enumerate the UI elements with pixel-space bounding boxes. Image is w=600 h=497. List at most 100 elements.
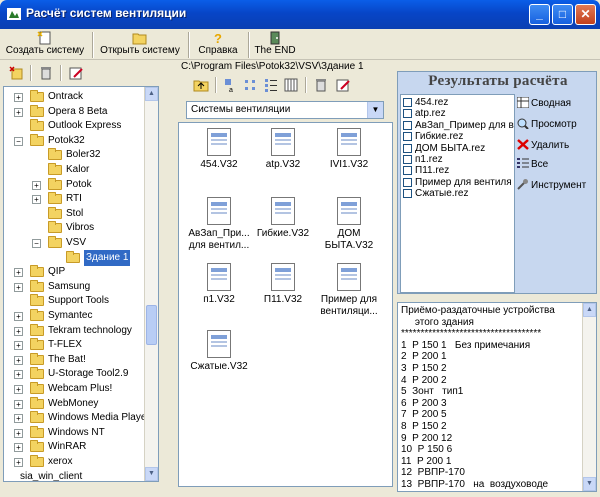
tree-edit-icon[interactable] bbox=[68, 65, 84, 81]
tree-item[interactable]: + T-FLEX bbox=[4, 337, 144, 353]
file-icon[interactable] bbox=[271, 263, 295, 291]
create-system-button[interactable]: Создать систему bbox=[3, 29, 87, 60]
the-end-button[interactable]: The END bbox=[252, 29, 298, 60]
tree-item[interactable]: + The Bat! bbox=[4, 352, 144, 368]
file-name[interactable]: АвЗап_При... bbox=[187, 228, 251, 240]
expand-icon[interactable]: + bbox=[14, 268, 23, 278]
file-icon[interactable] bbox=[207, 197, 231, 225]
expand-icon[interactable]: + bbox=[14, 428, 23, 438]
tree-item[interactable]: Vibros bbox=[4, 220, 144, 236]
large-icons-view-icon[interactable]: a bbox=[223, 77, 239, 93]
result-checkbox[interactable] bbox=[403, 98, 412, 107]
expand-icon[interactable]: + bbox=[14, 282, 23, 292]
expand-icon[interactable]: + bbox=[14, 355, 23, 365]
collapse-icon[interactable]: − bbox=[32, 239, 41, 248]
delete-button[interactable]: Удалить bbox=[517, 139, 569, 151]
file-name[interactable]: БЫТА.V32 bbox=[317, 240, 381, 252]
result-checkbox[interactable] bbox=[403, 132, 412, 142]
tool-button[interactable]: Инструмент bbox=[517, 179, 586, 191]
tree-vertical-scrollbar[interactable]: ▲ ▼ bbox=[144, 87, 158, 481]
file-icon[interactable] bbox=[271, 197, 295, 225]
result-item[interactable]: 454.rez bbox=[415, 97, 448, 108]
expand-icon[interactable]: + bbox=[14, 326, 23, 336]
close-button[interactable]: ✕ bbox=[575, 4, 596, 25]
result-checkbox[interactable] bbox=[403, 155, 412, 164]
result-checkbox[interactable] bbox=[403, 120, 412, 130]
file-name[interactable]: для вентил... bbox=[187, 240, 251, 252]
result-item[interactable]: atp.rez bbox=[415, 108, 446, 119]
tree-item[interactable]: Здание 1 bbox=[4, 249, 144, 266]
tree-scroll-thumb[interactable] bbox=[146, 305, 157, 345]
tree-item[interactable]: + RTI bbox=[4, 191, 144, 207]
file-icon[interactable] bbox=[337, 197, 361, 225]
tree-item[interactable]: + Symantec bbox=[4, 308, 144, 324]
tree-item[interactable]: Kalor bbox=[4, 162, 144, 178]
result-checkbox[interactable] bbox=[403, 109, 412, 119]
up-folder-icon[interactable] bbox=[193, 77, 209, 93]
tree-item[interactable]: + Samsung bbox=[4, 279, 144, 295]
chevron-down-icon[interactable]: ▼ bbox=[367, 102, 383, 118]
list-view-icon[interactable] bbox=[263, 77, 279, 93]
file-name[interactable]: П11.V32 bbox=[251, 294, 315, 306]
file-name[interactable]: IVI1.V32 bbox=[317, 159, 381, 171]
file-name[interactable]: Сжатые.V32 bbox=[187, 361, 251, 373]
delete-file-icon[interactable] bbox=[313, 77, 329, 93]
select-all-button[interactable]: Все bbox=[517, 158, 548, 170]
expand-icon[interactable]: + bbox=[14, 312, 23, 321]
tree-item[interactable]: + Potok bbox=[4, 177, 144, 193]
file-icon[interactable] bbox=[207, 128, 231, 156]
expand-icon[interactable]: + bbox=[14, 93, 23, 102]
scroll-down-arrow-icon[interactable]: ▼ bbox=[145, 467, 158, 481]
expand-icon[interactable]: + bbox=[14, 107, 23, 117]
result-item[interactable]: АвЗап_Пример для в bbox=[415, 120, 514, 131]
collapse-icon[interactable]: − bbox=[14, 136, 23, 146]
file-name[interactable]: п1.V32 bbox=[187, 294, 251, 306]
help-button[interactable]: ? Справка bbox=[192, 29, 244, 60]
tree-item[interactable]: + Windows Media Playe bbox=[4, 410, 146, 426]
tree-item[interactable]: + QIP bbox=[4, 264, 144, 280]
result-checkbox[interactable] bbox=[403, 166, 412, 176]
scroll-up-arrow-icon[interactable]: ▲ bbox=[145, 87, 158, 101]
tree-item[interactable]: Support Tools bbox=[4, 293, 144, 309]
expand-icon[interactable]: + bbox=[14, 414, 23, 424]
expand-icon[interactable]: + bbox=[14, 443, 23, 453]
summary-button[interactable]: Сводная bbox=[517, 97, 571, 109]
result-item[interactable]: Гибкие.rez bbox=[415, 131, 463, 142]
file-icon[interactable] bbox=[271, 128, 295, 156]
maximize-button[interactable]: □ bbox=[552, 4, 573, 25]
file-name[interactable]: 454.V32 bbox=[187, 159, 251, 171]
tree-item[interactable]: + Windows NT bbox=[4, 425, 144, 441]
file-name[interactable]: вентиляци... bbox=[317, 306, 381, 318]
expand-icon[interactable]: + bbox=[14, 458, 23, 467]
tree-item[interactable]: − VSV bbox=[4, 235, 144, 251]
small-icons-view-icon[interactable] bbox=[243, 77, 259, 93]
tree-new-icon[interactable] bbox=[8, 65, 24, 81]
view-button[interactable]: Просмотр bbox=[517, 118, 577, 130]
tree-item[interactable]: Stol bbox=[4, 206, 144, 222]
tree-item[interactable]: − Potok32 bbox=[4, 133, 144, 149]
result-checkbox[interactable] bbox=[403, 189, 412, 199]
open-system-button[interactable]: Открыть систему bbox=[96, 29, 184, 60]
expand-icon[interactable]: + bbox=[14, 399, 23, 409]
tree-item[interactable]: +sia_win_client bbox=[4, 469, 144, 481]
expand-icon[interactable]: + bbox=[14, 341, 23, 351]
folder-combobox[interactable]: Системы вентиляции ▼ bbox=[186, 101, 384, 119]
file-name[interactable]: atp.V32 bbox=[251, 159, 315, 171]
tree-item[interactable]: Outlook Express bbox=[4, 118, 144, 134]
report-vertical-scrollbar[interactable]: ▲ ▼ bbox=[582, 303, 596, 491]
tree-item[interactable]: + U-Storage Tool2.9 bbox=[4, 366, 144, 382]
file-icon[interactable] bbox=[337, 263, 361, 291]
tree-delete-icon[interactable] bbox=[38, 65, 54, 81]
result-checkbox[interactable] bbox=[403, 143, 412, 153]
expand-icon[interactable]: + bbox=[32, 195, 41, 205]
result-item[interactable]: Сжатые.rez bbox=[415, 188, 468, 199]
scroll-down-arrow-icon[interactable]: ▼ bbox=[583, 477, 596, 491]
tree-item[interactable]: + WinRAR bbox=[4, 439, 144, 455]
expand-icon[interactable]: + bbox=[14, 385, 23, 394]
tree-item[interactable]: + Tekram technology bbox=[4, 323, 144, 339]
file-name[interactable]: ДОМ bbox=[317, 228, 381, 240]
result-item[interactable]: П11.rez bbox=[415, 165, 449, 176]
file-name[interactable]: Пример для bbox=[317, 294, 381, 306]
tree-item[interactable]: + Ontrack bbox=[4, 89, 144, 105]
details-view-icon[interactable] bbox=[283, 77, 299, 93]
